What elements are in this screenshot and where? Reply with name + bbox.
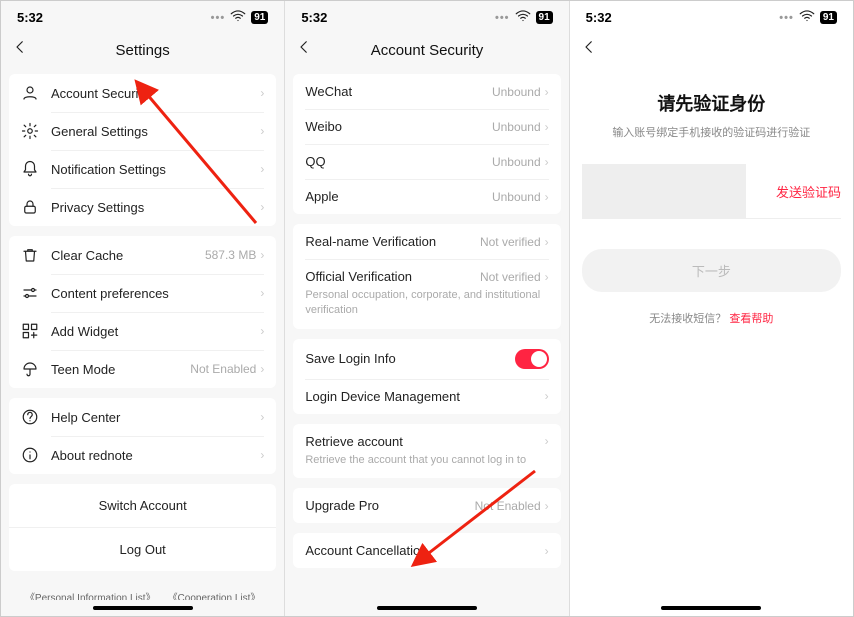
status-time: 5:32 xyxy=(17,10,43,25)
send-code-button[interactable]: 发送验证码 xyxy=(776,182,841,201)
chevron-right-icon: › xyxy=(260,410,264,424)
divider xyxy=(582,218,841,219)
row-account-cancellation[interactable]: Account Cancellation› xyxy=(293,533,560,568)
chevron-right-icon: › xyxy=(545,544,549,558)
battery-icon: 91 xyxy=(251,11,268,24)
home-indicator xyxy=(377,606,477,610)
page-header: Settings xyxy=(1,30,284,70)
row-qq[interactable]: QQUnbound› xyxy=(293,144,560,179)
chevron-right-icon: › xyxy=(260,124,264,138)
row-realname-verification[interactable]: Real-name VerificationNot verified› xyxy=(293,224,560,259)
row-privacy-settings[interactable]: Privacy Settings › xyxy=(9,188,276,226)
umbrella-icon xyxy=(21,360,39,378)
user-icon xyxy=(21,84,39,102)
trash-icon xyxy=(21,246,39,264)
logout-button[interactable]: Log Out xyxy=(9,527,276,571)
toggle-on-icon[interactable] xyxy=(515,349,549,369)
verify-title: 请先验证身份 xyxy=(570,90,853,116)
signal-icon: ••• xyxy=(495,12,510,24)
signal-icon: ••• xyxy=(779,12,794,24)
help-link[interactable]: 查看帮助 xyxy=(729,313,773,325)
next-button[interactable]: 下一步 xyxy=(582,249,841,292)
bell-icon xyxy=(21,160,39,178)
widget-icon xyxy=(21,322,39,340)
verification-desc: Personal occupation, corporate, and inst… xyxy=(293,288,560,329)
verify-subtitle: 输入账号绑定手机接收的验证码进行验证 xyxy=(570,124,853,140)
row-wechat[interactable]: WeChatUnbound› xyxy=(293,74,560,109)
row-apple[interactable]: AppleUnbound› xyxy=(293,179,560,214)
chevron-right-icon: › xyxy=(545,434,549,448)
help-icon xyxy=(21,408,39,426)
home-indicator xyxy=(93,606,193,610)
row-save-login-info[interactable]: Save Login Info xyxy=(293,339,560,379)
row-retrieve-account[interactable]: Retrieve account› xyxy=(293,424,560,453)
back-icon[interactable] xyxy=(11,38,29,62)
status-bar: 5:32 ••• 91 xyxy=(1,1,284,30)
row-notification-settings[interactable]: Notification Settings › xyxy=(9,150,276,188)
page-title: Settings xyxy=(116,42,170,59)
home-indicator xyxy=(661,606,761,610)
chevron-right-icon: › xyxy=(545,499,549,513)
help-line: 无法接收短信？ 查看帮助 xyxy=(570,310,853,326)
gear-icon xyxy=(21,122,39,140)
row-upgrade-pro[interactable]: Upgrade ProNot Enabled› xyxy=(293,488,560,523)
chevron-right-icon: › xyxy=(260,286,264,300)
chevron-right-icon: › xyxy=(260,362,264,376)
back-icon[interactable] xyxy=(295,38,313,62)
battery-icon: 91 xyxy=(820,11,837,24)
row-account-security[interactable]: Account Security › xyxy=(9,74,276,112)
row-about[interactable]: About rednote › xyxy=(9,436,276,474)
chevron-right-icon: › xyxy=(260,200,264,214)
wifi-icon xyxy=(229,7,247,28)
chevron-right-icon: › xyxy=(260,448,264,462)
status-bar: 5:32 ••• 91 xyxy=(570,1,853,30)
chevron-right-icon: › xyxy=(260,248,264,262)
row-add-widget[interactable]: Add Widget › xyxy=(9,312,276,350)
back-icon[interactable] xyxy=(580,38,598,62)
status-time: 5:32 xyxy=(586,10,612,25)
retrieve-desc: Retrieve the account that you cannot log… xyxy=(293,453,560,478)
chevron-right-icon: › xyxy=(545,270,549,284)
row-content-preferences[interactable]: Content preferences › xyxy=(9,274,276,312)
row-clear-cache[interactable]: Clear Cache 587.3 MB › xyxy=(9,236,276,274)
status-time: 5:32 xyxy=(301,10,327,25)
chevron-right-icon: › xyxy=(545,120,549,134)
code-input[interactable] xyxy=(582,164,746,218)
row-weibo[interactable]: WeiboUnbound› xyxy=(293,109,560,144)
chevron-right-icon: › xyxy=(545,85,549,99)
wifi-icon xyxy=(514,7,532,28)
battery-icon: 91 xyxy=(536,11,553,24)
status-bar: 5:32 ••• 91 xyxy=(285,1,568,30)
row-teen-mode[interactable]: Teen Mode Not Enabled › xyxy=(9,350,276,388)
page-header xyxy=(570,30,853,70)
chevron-right-icon: › xyxy=(545,389,549,403)
row-login-device-management[interactable]: Login Device Management› xyxy=(293,379,560,414)
footer-links: 《Personal Information List》 《Cooperation… xyxy=(9,581,276,600)
row-general-settings[interactable]: General Settings › xyxy=(9,112,276,150)
switch-account-button[interactable]: Switch Account xyxy=(9,484,276,527)
cooperation-list-link[interactable]: 《Cooperation List》 xyxy=(168,589,261,600)
personal-info-list-link[interactable]: 《Personal Information List》 xyxy=(25,589,156,600)
lock-icon xyxy=(21,198,39,216)
chevron-right-icon: › xyxy=(545,235,549,249)
chevron-right-icon: › xyxy=(260,324,264,338)
wifi-icon xyxy=(798,7,816,28)
chevron-right-icon: › xyxy=(260,86,264,100)
signal-icon: ••• xyxy=(211,12,226,24)
chevron-right-icon: › xyxy=(545,155,549,169)
chevron-right-icon: › xyxy=(260,162,264,176)
page-header: Account Security xyxy=(285,30,568,70)
page-title: Account Security xyxy=(371,42,484,59)
sliders-icon xyxy=(21,284,39,302)
chevron-right-icon: › xyxy=(545,190,549,204)
row-official-verification[interactable]: Official VerificationNot verified› xyxy=(293,259,560,288)
row-help-center[interactable]: Help Center › xyxy=(9,398,276,436)
info-icon xyxy=(21,446,39,464)
